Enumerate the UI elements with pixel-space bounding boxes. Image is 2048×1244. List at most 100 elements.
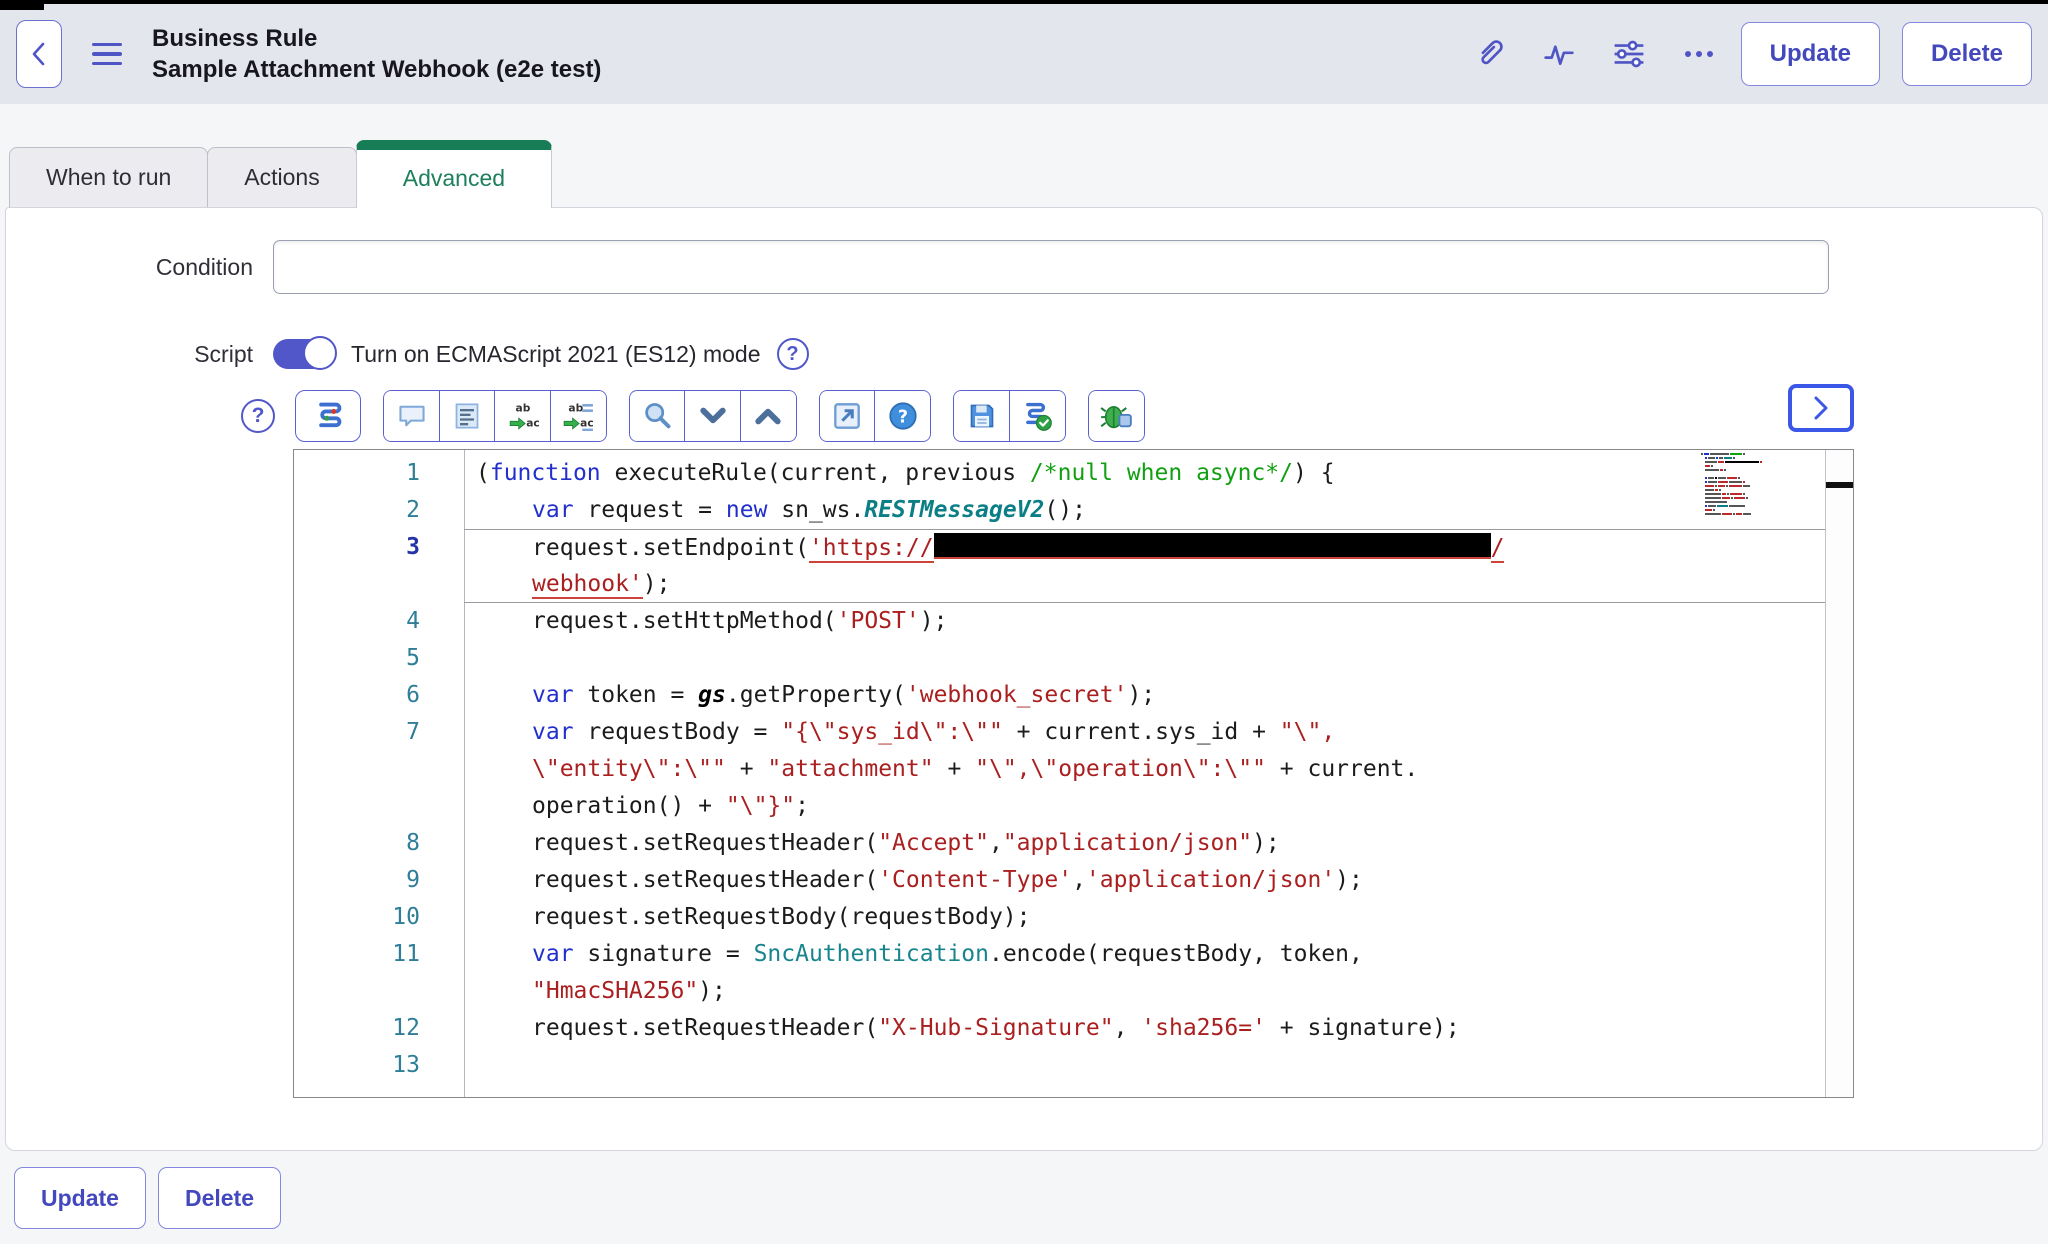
code-line[interactable]: 5	[294, 640, 1853, 677]
code-text[interactable]: var token = gs.getProperty('webhook_secr…	[464, 677, 1853, 714]
es12-help-icon[interactable]: ?	[777, 338, 809, 370]
save-script-button[interactable]	[953, 390, 1010, 442]
open-in-new-window-button[interactable]	[819, 390, 876, 442]
tab-advanced[interactable]: Advanced	[356, 140, 552, 208]
line-number[interactable]: 5	[294, 640, 464, 677]
es12-mode-toggle[interactable]	[273, 339, 335, 369]
find-previous-button[interactable]	[740, 390, 797, 442]
editor-rows: 1(function executeRule(current, previous…	[294, 450, 1853, 1084]
paperclip-icon	[1473, 37, 1505, 71]
tab-when-to-run[interactable]: When to run	[9, 147, 208, 207]
code-text[interactable]: operation() + "\"}";	[464, 788, 1853, 825]
line-number[interactable]: 9	[294, 862, 464, 899]
script-label: Script	[6, 341, 273, 368]
record-type: Business Rule	[152, 23, 601, 54]
update-button-bottom[interactable]: Update	[14, 1167, 146, 1229]
tab-actions[interactable]: Actions	[207, 147, 356, 207]
find-button[interactable]	[629, 390, 686, 442]
activity-stream-button[interactable]	[1539, 34, 1579, 74]
line-number[interactable]: 1	[294, 455, 464, 492]
line-number[interactable]	[294, 751, 464, 788]
code-line[interactable]: 9request.setRequestHeader('Content-Type'…	[294, 862, 1853, 899]
context-menu-icon[interactable]	[92, 43, 122, 66]
code-text[interactable]: request.setRequestHeader('Content-Type',…	[464, 862, 1853, 899]
code-line[interactable]: 2var request = new sn_ws.RESTMessageV2()…	[294, 492, 1853, 529]
syntax-highlight-button[interactable]	[295, 390, 361, 442]
delete-button-bottom[interactable]: Delete	[158, 1167, 281, 1229]
delete-button[interactable]: Delete	[1902, 22, 2032, 86]
replace-button[interactable]: ab ac	[494, 390, 551, 442]
code-text[interactable]: \"entity\":\"" + "attachment" + "\",\"op…	[464, 751, 1853, 788]
code-line[interactable]: operation() + "\"}";	[294, 788, 1853, 825]
update-button[interactable]: Update	[1741, 22, 1880, 86]
code-line[interactable]: 7var requestBody = "{\"sys_id\":\"" + cu…	[294, 714, 1853, 751]
svg-text:ab: ab	[568, 402, 583, 415]
find-next-button[interactable]	[684, 390, 741, 442]
code-text[interactable]: request.setRequestBody(requestBody);	[464, 899, 1853, 936]
scrollbar-thumb[interactable]	[1826, 482, 1853, 488]
line-number[interactable]: 4	[294, 603, 464, 640]
attachment-button[interactable]	[1469, 34, 1509, 74]
code-text[interactable]: webhook');	[464, 566, 1853, 603]
toggle-comment-button[interactable]	[383, 390, 440, 442]
code-line[interactable]: 10request.setRequestBody(requestBody);	[294, 899, 1853, 936]
editor-minimap[interactable]	[1701, 453, 1821, 527]
line-number[interactable]: 12	[294, 1010, 464, 1047]
code-text[interactable]: request.setEndpoint('https:///	[464, 529, 1853, 566]
code-line[interactable]: 8request.setRequestHeader("Accept","appl…	[294, 825, 1853, 862]
line-number[interactable]	[294, 566, 464, 603]
format-code-button[interactable]	[439, 390, 496, 442]
code-text[interactable]: request.setRequestHeader("Accept","appli…	[464, 825, 1853, 862]
editor-help-button[interactable]: ?	[874, 390, 931, 442]
personalize-form-button[interactable]	[1609, 34, 1649, 74]
validate-script-button[interactable]	[1009, 390, 1066, 442]
code-line[interactable]: \"entity\":\"" + "attachment" + "\",\"op…	[294, 751, 1853, 788]
line-number[interactable]: 6	[294, 677, 464, 714]
code-line[interactable]: 1(function executeRule(current, previous…	[294, 455, 1853, 492]
code-text[interactable]: var requestBody = "{\"sys_id\":\"" + cur…	[464, 714, 1853, 751]
code-text[interactable]: request.setHttpMethod('POST');	[464, 603, 1853, 640]
code-text[interactable]: var signature = SncAuthentication.encode…	[464, 936, 1853, 973]
more-options-button[interactable]	[1679, 34, 1719, 74]
debug-script-button[interactable]	[1088, 390, 1145, 442]
comment-icon	[397, 402, 427, 430]
line-number[interactable]: 3	[294, 529, 464, 566]
back-button[interactable]	[16, 20, 62, 88]
code-text[interactable]: "HmacSHA256");	[464, 973, 1853, 1010]
line-number[interactable]: 11	[294, 936, 464, 973]
chevron-left-icon	[28, 39, 50, 69]
code-line[interactable]: 4request.setHttpMethod('POST');	[294, 603, 1853, 640]
script-code-editor[interactable]: 1(function executeRule(current, previous…	[293, 449, 1854, 1098]
search-tools-group	[629, 390, 797, 442]
chevron-down-icon	[699, 406, 727, 426]
code-text[interactable]	[464, 1047, 1853, 1084]
code-line[interactable]: 13	[294, 1047, 1853, 1084]
line-number[interactable]: 10	[294, 899, 464, 936]
line-number[interactable]: 13	[294, 1047, 464, 1084]
sliders-icon	[1611, 39, 1647, 69]
code-text[interactable]	[464, 640, 1853, 677]
line-number[interactable]	[294, 973, 464, 1010]
search-icon	[642, 401, 672, 431]
code-text[interactable]: (function executeRule(current, previous …	[464, 455, 1853, 492]
code-line[interactable]: webhook');	[294, 566, 1853, 603]
es12-toggle-label: Turn on ECMAScript 2021 (ES12) mode	[351, 341, 761, 368]
code-line[interactable]: "HmacSHA256");	[294, 973, 1853, 1010]
script-field-help-icon[interactable]: ?	[241, 399, 275, 433]
chevron-up-icon	[754, 406, 782, 426]
code-line[interactable]: 3request.setEndpoint('https:///	[294, 529, 1853, 566]
code-line[interactable]: 11var signature = SncAuthentication.enco…	[294, 936, 1853, 973]
edit-tools-group: ab ac ab ac	[383, 390, 607, 442]
line-number[interactable]: 8	[294, 825, 464, 862]
line-number[interactable]: 2	[294, 492, 464, 529]
replace-all-button[interactable]: ab ac	[550, 390, 607, 442]
line-number[interactable]: 7	[294, 714, 464, 751]
code-line[interactable]: 6var token = gs.getProperty('webhook_sec…	[294, 677, 1853, 714]
condition-input[interactable]	[273, 240, 1829, 294]
expand-editor-button[interactable]	[1788, 384, 1854, 432]
code-text[interactable]: var request = new sn_ws.RESTMessageV2();	[464, 492, 1853, 529]
code-text[interactable]: request.setRequestHeader("X-Hub-Signatur…	[464, 1010, 1853, 1047]
editor-scrollbar[interactable]	[1825, 450, 1853, 1097]
code-line[interactable]: 12request.setRequestHeader("X-Hub-Signat…	[294, 1010, 1853, 1047]
line-number[interactable]	[294, 788, 464, 825]
